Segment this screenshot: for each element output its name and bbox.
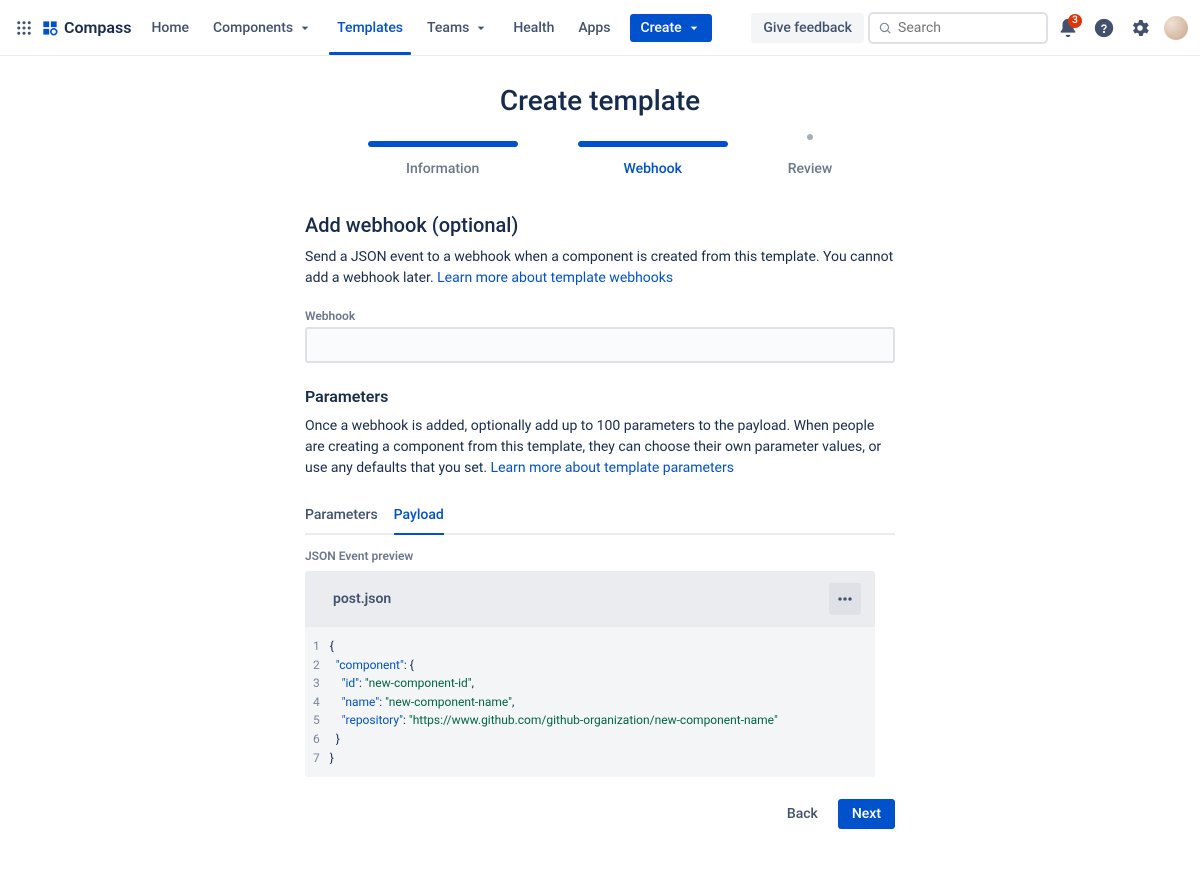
give-feedback-button[interactable]: Give feedback <box>751 13 864 43</box>
compass-logo[interactable]: Compass <box>40 18 131 38</box>
line-numbers: 1 2 3 4 5 6 7 <box>305 637 330 767</box>
search-icon <box>878 20 892 36</box>
app-switcher-icon[interactable] <box>12 16 36 40</box>
tab-payload[interactable]: Payload <box>394 499 444 533</box>
chevron-down-icon <box>686 20 702 36</box>
step-bar-complete <box>368 141 518 147</box>
user-avatar[interactable] <box>1164 16 1188 40</box>
brand-name: Compass <box>64 18 131 37</box>
nav-components[interactable]: Components <box>201 0 325 55</box>
nav-apps[interactable]: Apps <box>566 0 622 55</box>
progress-tracker: Information Webhook Review <box>156 141 1044 177</box>
learn-more-parameters-link[interactable]: Learn more about template parameters <box>491 460 734 476</box>
next-button[interactable]: Next <box>838 799 895 829</box>
back-button[interactable]: Back <box>775 799 830 829</box>
form-actions: Back Next <box>305 799 895 829</box>
code-lines: { "component": { "id": "new-component-id… <box>330 637 778 767</box>
top-navigation: Compass Home Components Templates Teams … <box>0 0 1200 56</box>
code-filename: post.json <box>319 591 391 607</box>
chevron-down-icon <box>473 20 489 36</box>
section-heading: Add webhook (optional) <box>305 213 895 237</box>
code-header: post.json <box>305 571 875 627</box>
topbar-right: Give feedback 3 <box>751 12 1188 44</box>
nav-health[interactable]: Health <box>501 0 566 55</box>
nav-templates[interactable]: Templates <box>325 0 415 55</box>
more-actions-icon[interactable] <box>829 583 861 615</box>
step-review[interactable]: Review <box>788 141 833 177</box>
step-bar-current <box>578 141 728 147</box>
create-button[interactable]: Create <box>630 14 711 42</box>
sub-tabs: Parameters Payload <box>305 499 895 535</box>
parameters-heading: Parameters <box>305 387 895 406</box>
chevron-down-icon <box>297 20 313 36</box>
step-dot-upcoming <box>807 134 813 140</box>
nav-teams[interactable]: Teams <box>415 0 501 55</box>
search-box[interactable] <box>868 12 1048 44</box>
notifications-icon[interactable]: 3 <box>1052 12 1084 44</box>
primary-nav: Home Components Templates Teams Health A… <box>139 0 711 55</box>
search-input[interactable] <box>898 20 1038 36</box>
section-description: Send a JSON event to a webhook when a co… <box>305 247 895 289</box>
webhook-url-input[interactable] <box>305 327 895 363</box>
preview-label: JSON Event preview <box>305 549 895 563</box>
code-preview: post.json 1 2 3 4 5 6 7 { "component": {… <box>305 571 875 777</box>
step-webhook[interactable]: Webhook <box>578 141 728 177</box>
settings-icon[interactable] <box>1124 12 1156 44</box>
form-area: Add webhook (optional) Send a JSON event… <box>305 213 895 829</box>
parameters-description: Once a webhook is added, optionally add … <box>305 416 895 479</box>
webhook-input-label: Webhook <box>305 309 895 323</box>
nav-home[interactable]: Home <box>139 0 201 55</box>
learn-more-webhooks-link[interactable]: Learn more about template webhooks <box>437 270 673 286</box>
step-information[interactable]: Information <box>368 141 518 177</box>
code-body: 1 2 3 4 5 6 7 { "component": { "id": "ne… <box>305 627 875 777</box>
notification-badge: 3 <box>1068 14 1082 28</box>
help-icon[interactable] <box>1088 12 1120 44</box>
page-title: Create template <box>156 84 1044 117</box>
tab-parameters[interactable]: Parameters <box>305 499 378 533</box>
main-content: Create template Information Webhook Revi… <box>140 56 1060 869</box>
